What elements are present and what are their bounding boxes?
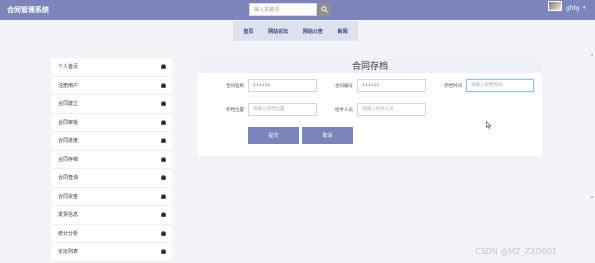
submit-button[interactable]: 提交 <box>248 127 299 144</box>
briefcase-icon <box>160 119 166 125</box>
contract-no-row: 合同编号 <box>319 79 426 92</box>
chevron-down-icon[interactable]: ▾ <box>583 5 586 11</box>
briefcase-icon <box>160 193 166 199</box>
scroll-indicator <box>591 196 593 198</box>
archive-time-field[interactable] <box>466 79 534 92</box>
cancel-button[interactable]: 取消 <box>302 127 353 144</box>
search-box <box>249 3 331 16</box>
sidebar-item-label: 合同建立 <box>58 101 79 108</box>
archive-location-field[interactable] <box>248 103 317 116</box>
archive-location-label: 存档位置 <box>226 107 244 113</box>
contract-name-label: 合同名称 <box>226 83 244 89</box>
scroll-indicator <box>591 54 593 56</box>
sidebar-item-contract-create[interactable]: 合同建立 <box>51 95 172 114</box>
sidebar-item-label: 注册用户 <box>58 82 79 89</box>
panel-header: 合同存档 <box>198 58 542 73</box>
archive-time-label: 存档时间 <box>444 83 462 89</box>
sidebar-item-contract-approval[interactable]: 合同审批 <box>51 113 172 132</box>
briefcase-icon <box>160 64 166 70</box>
briefcase-icon <box>160 138 166 144</box>
sidebar-item-label: 个人首页 <box>58 64 79 71</box>
briefcase-icon <box>160 101 166 107</box>
watermark: CSDN @MZ_ZXD001 <box>475 247 558 256</box>
archive-time-row: 存档时间 <box>428 79 534 92</box>
nav-item-news[interactable]: 新闻 <box>338 28 348 35</box>
username[interactable]: gfdg <box>566 5 580 12</box>
archive-location-row: 存档位置 <box>210 103 317 116</box>
briefcase-icon <box>160 82 166 88</box>
contract-name-row: 合同名称 <box>210 79 317 92</box>
sidebar-item-invoice-info[interactable]: 发票信息 <box>51 206 172 225</box>
sidebar-item-contract-archive[interactable]: 合同存档 <box>51 150 172 169</box>
main-nav: 首页 网站论坛 网站公告 新闻 <box>233 21 358 41</box>
top-bar: 合同管理系统 gfdg ▾ <box>0 0 595 20</box>
nav-item-home[interactable]: 首页 <box>243 28 253 35</box>
page-title: 合同存档 <box>351 62 388 72</box>
sidebar-item-label: 论坛列表 <box>58 249 79 256</box>
sidebar-item-label: 合同资金 <box>58 193 79 200</box>
sidebar-item-contract-progress[interactable]: 合同进度 <box>51 132 172 151</box>
sidebar-item-personal-home[interactable]: 个人首页 <box>51 58 172 77</box>
sidebar-item-contract-funds[interactable]: 合同资金 <box>51 187 172 206</box>
app-title: 合同管理系统 <box>7 6 49 14</box>
briefcase-icon <box>160 156 166 162</box>
sidebar-item-registered-users[interactable]: 注册用户 <box>51 76 172 95</box>
briefcase-icon <box>160 249 166 255</box>
search-button[interactable] <box>317 3 331 16</box>
nav-item-forum[interactable]: 网站论坛 <box>268 28 288 35</box>
search-input[interactable] <box>249 3 317 16</box>
briefcase-icon <box>160 230 166 236</box>
avatar[interactable] <box>548 1 562 11</box>
handler-label: 经手人员 <box>335 107 353 113</box>
sidebar-item-contract-query[interactable]: 合同查询 <box>51 169 172 188</box>
sidebar-item-forum-list[interactable]: 论坛列表 <box>51 243 172 262</box>
sidebar-item-label: 合同进度 <box>58 138 79 145</box>
search-icon <box>320 6 328 13</box>
briefcase-icon <box>160 175 166 181</box>
handler-field[interactable] <box>357 103 426 116</box>
sidebar-item-label: 发票信息 <box>58 212 79 219</box>
contract-no-field[interactable] <box>357 79 426 92</box>
sidebar-item-label: 统计分析 <box>58 230 79 237</box>
nav-item-announcement[interactable]: 网站公告 <box>303 28 323 35</box>
sidebar-item-label: 合同存档 <box>58 156 79 163</box>
sidebar: 个人首页 注册用户 合同建立 合同审批 合同进度 合同存档 合同查询 合同资金 … <box>51 58 172 262</box>
sidebar-item-label: 合同查询 <box>58 175 79 182</box>
contract-no-label: 合同编号 <box>335 83 353 89</box>
contract-name-field[interactable] <box>248 79 317 92</box>
sidebar-item-label: 合同审批 <box>58 119 79 126</box>
briefcase-icon <box>160 212 166 218</box>
mouse-cursor-icon <box>486 120 492 131</box>
handler-row: 经手人员 <box>319 103 426 116</box>
sidebar-item-statistics[interactable]: 统计分析 <box>51 224 172 243</box>
